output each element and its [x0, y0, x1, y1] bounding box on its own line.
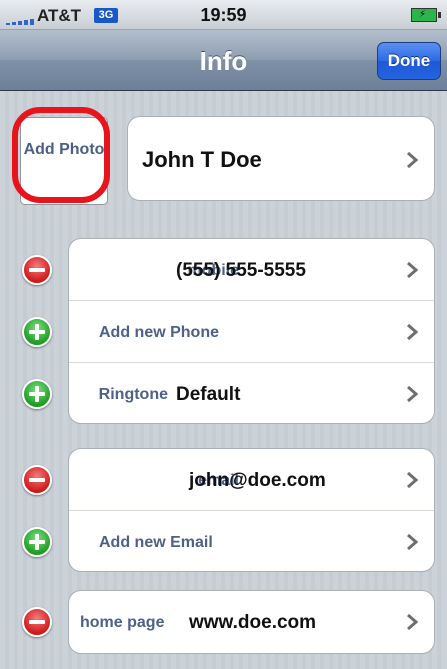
email-group: email john@doe.com Add new Email — [68, 448, 435, 572]
home-page-label: home page — [80, 614, 165, 631]
done-button[interactable]: Done — [377, 42, 441, 80]
chevron-right-icon — [407, 385, 419, 403]
mobile-row[interactable]: mobile (555) 555-5555 — [69, 239, 434, 301]
delete-email-icon[interactable] — [22, 465, 52, 495]
add-ringtone-icon[interactable] — [22, 379, 52, 409]
chevron-right-icon — [407, 261, 419, 279]
delete-home-page-icon[interactable] — [22, 607, 52, 637]
status-time: 19:59 — [200, 5, 247, 25]
chevron-right-icon — [407, 533, 419, 551]
navigation-bar: Info Done — [0, 30, 447, 91]
phone-group: mobile (555) 555-5555 Add new Phone Ring… — [68, 238, 435, 424]
ringtone-value: Default — [176, 384, 241, 405]
add-new-email-row[interactable]: Add new Email — [69, 511, 434, 571]
contact-name: John T Doe — [142, 147, 262, 172]
chevron-right-icon — [407, 471, 419, 489]
home-page-row[interactable]: home page www.doe.com — [69, 591, 434, 653]
ringtone-row[interactable]: Ringtone Default — [69, 363, 434, 423]
home-page-value: www.doe.com — [189, 612, 317, 633]
email-value: john@doe.com — [189, 470, 326, 491]
battery-charging-icon: ⚡ — [411, 8, 441, 22]
delete-mobile-icon[interactable] — [22, 255, 52, 285]
add-email-icon[interactable] — [22, 527, 52, 557]
ringtone-label: Ringtone — [98, 386, 168, 403]
email-row[interactable]: email john@doe.com — [69, 449, 434, 511]
url-group: home page www.doe.com — [68, 590, 435, 654]
photo-highlight-circle — [12, 107, 110, 203]
name-cell[interactable]: John T Doe — [127, 116, 435, 201]
add-phone-icon[interactable] — [22, 317, 52, 347]
add-new-email-label: Add new Email — [99, 534, 213, 551]
mobile-value: (555) 555-5555 — [176, 260, 306, 281]
status-bar: AT&T 3G 19:59 ⚡ — [0, 0, 447, 30]
chevron-right-icon — [407, 151, 419, 169]
add-new-phone-row[interactable]: Add new Phone — [69, 301, 434, 363]
chevron-right-icon — [407, 323, 419, 341]
add-new-phone-label: Add new Phone — [99, 324, 219, 341]
chevron-right-icon — [407, 613, 419, 631]
